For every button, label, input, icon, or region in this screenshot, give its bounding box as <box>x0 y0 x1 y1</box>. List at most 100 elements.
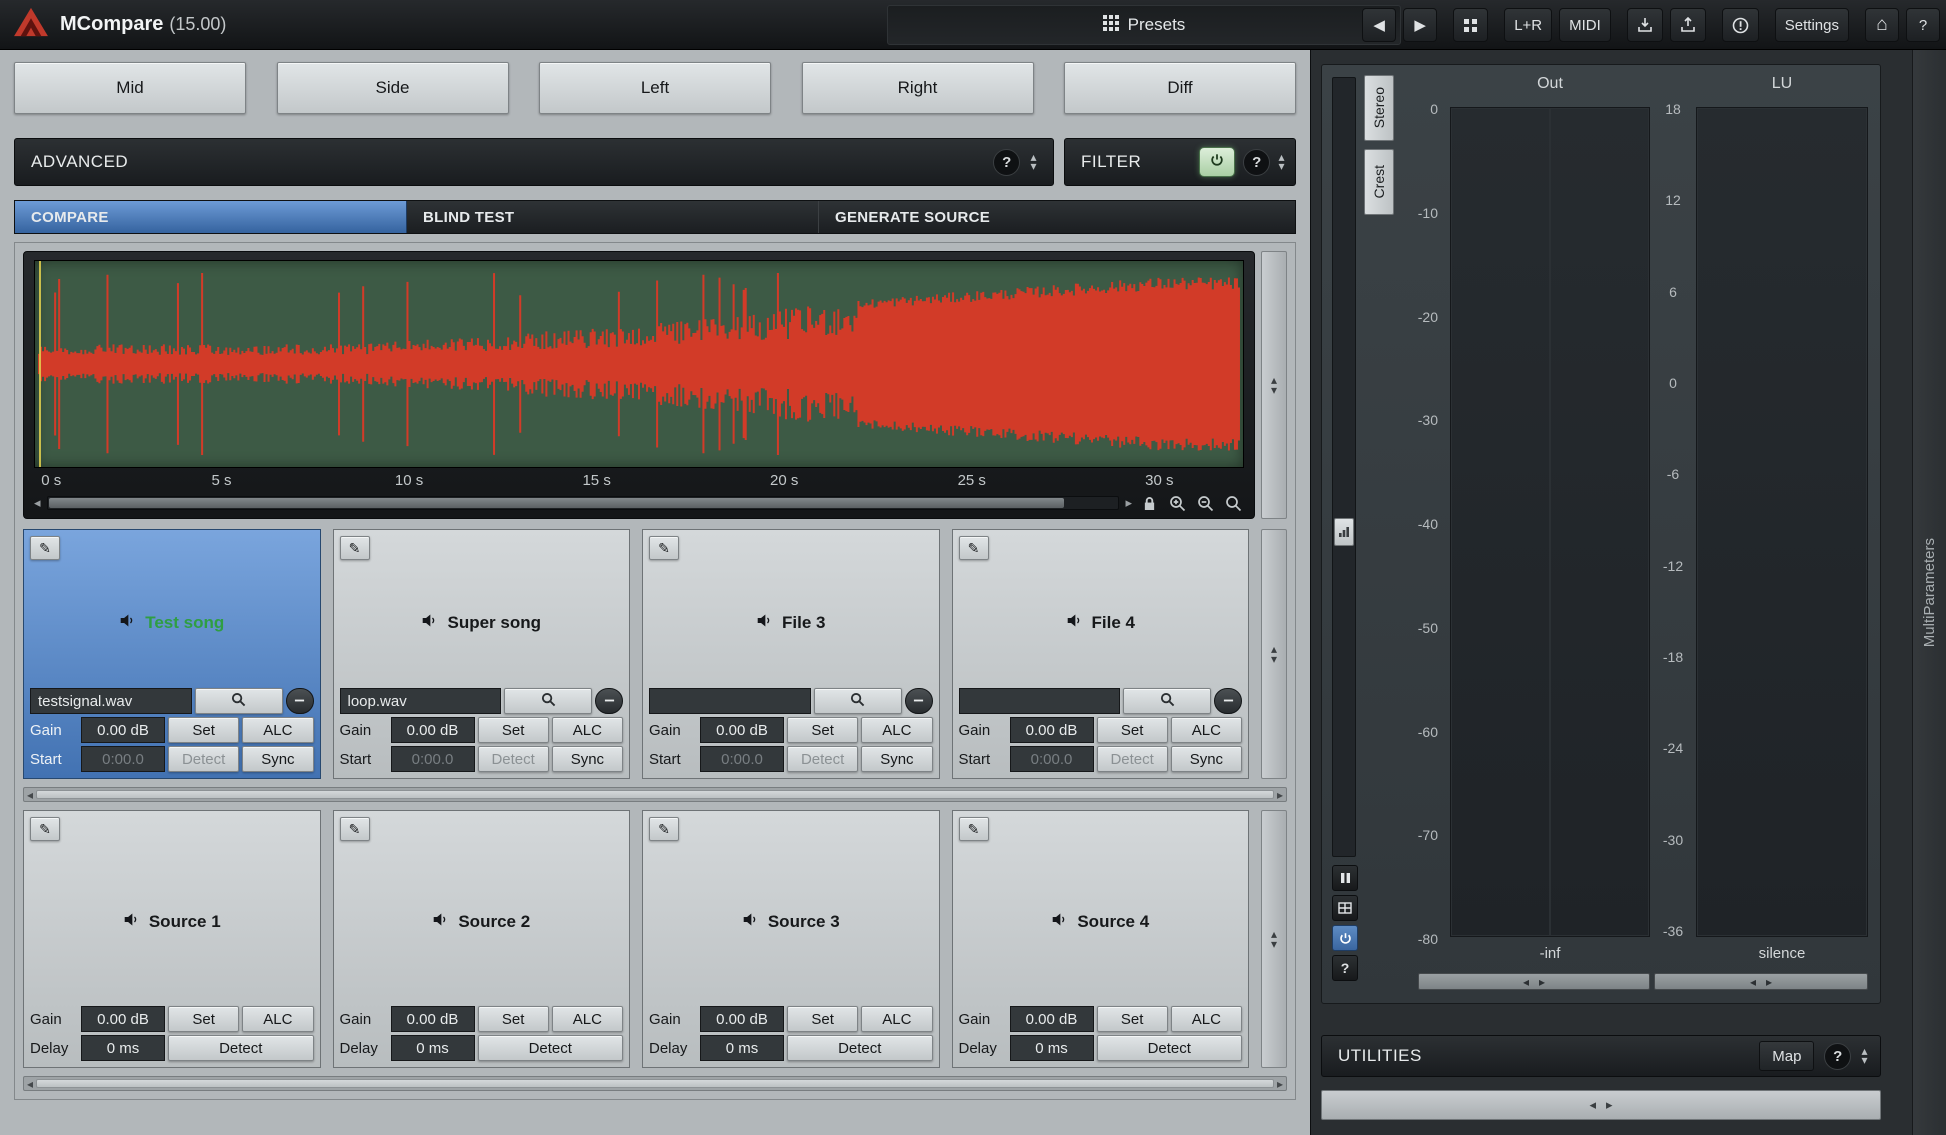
sync-button[interactable]: Sync <box>552 746 623 772</box>
scrollbar-thumb[interactable] <box>36 790 1274 799</box>
alc-button[interactable]: ALC <box>552 717 623 743</box>
remove-button[interactable] <box>1214 688 1242 714</box>
start-value[interactable]: 0:00.0 <box>700 746 784 772</box>
waveform-resize-strip[interactable]: ▴ ▾ <box>1261 251 1287 519</box>
edit-button[interactable]: ✎ <box>649 817 679 841</box>
tab-compare[interactable]: COMPARE <box>15 201 407 233</box>
detect-button[interactable]: Detect <box>1097 1035 1243 1061</box>
randomize-button[interactable] <box>1453 8 1488 42</box>
slot-title[interactable]: File 4 <box>959 560 1243 685</box>
detect-button[interactable]: Detect <box>787 1035 933 1061</box>
out-meter[interactable] <box>1450 107 1650 937</box>
source-slot-2[interactable]: ✎ Source 2 Gain 0.00 dB Set ALC Delay 0 … <box>333 810 631 1068</box>
gain-value[interactable]: 0.00 dB <box>391 717 475 743</box>
slot-title[interactable]: File 3 <box>649 560 933 685</box>
tab-crest[interactable]: Crest <box>1364 149 1394 215</box>
channel-left-button[interactable]: Left <box>539 62 771 114</box>
sync-button[interactable]: Sync <box>861 746 932 772</box>
zoom-in-icon[interactable] <box>1166 493 1188 513</box>
alc-button[interactable]: ALC <box>242 1006 313 1032</box>
save-preset-button[interactable] <box>1670 8 1706 42</box>
utilities-panel-header[interactable]: UTILITIES Map ? ▴ ▾ <box>1321 1035 1881 1077</box>
alc-button[interactable]: ALC <box>861 717 932 743</box>
scroll-left-icon[interactable]: ◂ <box>27 1077 33 1091</box>
source-slots-scrollbar[interactable]: ◂ ▸ <box>23 1076 1287 1091</box>
collapsed-bottom-panel[interactable]: ◂ ▸ <box>1321 1090 1881 1120</box>
detect-button[interactable]: Detect <box>478 1035 624 1061</box>
meter-help-button[interactable]: ? <box>1332 955 1358 981</box>
slot-title[interactable]: Source 2 <box>340 841 624 1003</box>
out-meter-range-bar[interactable]: ◂ ▸ <box>1418 973 1650 990</box>
set-button[interactable]: Set <box>1097 717 1168 743</box>
detect-button[interactable]: Detect <box>168 1035 314 1061</box>
alc-button[interactable]: ALC <box>1171 1006 1242 1032</box>
help-button[interactable]: ? <box>1906 8 1940 42</box>
layout-button[interactable] <box>1332 895 1358 921</box>
delay-value[interactable]: 0 ms <box>1010 1035 1094 1061</box>
channel-diff-button[interactable]: Diff <box>1064 62 1296 114</box>
load-preset-button[interactable] <box>1627 8 1663 42</box>
alc-button[interactable]: ALC <box>552 1006 623 1032</box>
gain-value[interactable]: 0.00 dB <box>700 1006 784 1032</box>
detect-button[interactable]: Detect <box>478 746 549 772</box>
detect-button[interactable]: Detect <box>1097 746 1168 772</box>
waveform-scrollbar[interactable]: ◂ ▸ <box>34 492 1244 514</box>
filename-field[interactable]: testsignal.wav <box>30 688 192 714</box>
set-button[interactable]: Set <box>787 717 858 743</box>
filter-power-button[interactable] <box>1199 147 1235 177</box>
settings-button[interactable]: Settings <box>1775 8 1849 42</box>
slot-title[interactable]: Super song <box>340 560 624 685</box>
edit-button[interactable]: ✎ <box>959 536 989 560</box>
edit-button[interactable]: ✎ <box>340 536 370 560</box>
browse-button[interactable] <box>1123 688 1211 714</box>
slot-title[interactable]: Source 3 <box>649 841 933 1003</box>
gain-value[interactable]: 0.00 dB <box>1010 1006 1094 1032</box>
alc-button[interactable]: ALC <box>242 717 313 743</box>
source-slot-1[interactable]: ✎ Source 1 Gain 0.00 dB Set ALC Delay 0 … <box>23 810 321 1068</box>
edit-button[interactable]: ✎ <box>649 536 679 560</box>
slot-title[interactable]: Source 4 <box>959 841 1243 1003</box>
playhead-marker[interactable] <box>39 261 41 467</box>
map-button[interactable]: Map <box>1759 1041 1814 1071</box>
home-button[interactable]: ⌂ <box>1865 8 1899 42</box>
file-slots-resize-strip[interactable]: ▴ ▾ <box>1261 529 1287 779</box>
scrollbar-thumb[interactable] <box>36 1079 1274 1088</box>
gain-value[interactable]: 0.00 dB <box>1010 717 1094 743</box>
browse-button[interactable] <box>195 688 283 714</box>
sync-button[interactable]: Sync <box>242 746 313 772</box>
remove-button[interactable] <box>286 688 314 714</box>
slot-title[interactable]: Test song <box>30 560 314 685</box>
edit-button[interactable]: ✎ <box>959 817 989 841</box>
browse-button[interactable] <box>814 688 902 714</box>
multiparameters-strip[interactable]: MultiParameters <box>1912 50 1946 1135</box>
melda-logo[interactable] <box>12 6 50 43</box>
delay-value[interactable]: 0 ms <box>81 1035 165 1061</box>
source-slot-3[interactable]: ✎ Source 3 Gain 0.00 dB Set ALC Delay 0 … <box>642 810 940 1068</box>
presets-button[interactable]: Presets <box>1089 9 1200 41</box>
file-slot-1[interactable]: ✎ Test song testsignal.wav Gain 0.00 dB … <box>23 529 321 779</box>
edit-button[interactable]: ✎ <box>30 536 60 560</box>
set-button[interactable]: Set <box>478 717 549 743</box>
lu-meter[interactable] <box>1696 107 1868 937</box>
filter-collapse-toggle[interactable]: ▴ ▾ <box>1278 153 1285 171</box>
channel-mode-button[interactable]: L+R <box>1504 8 1552 42</box>
channel-right-button[interactable]: Right <box>802 62 1034 114</box>
remove-button[interactable] <box>595 688 623 714</box>
set-button[interactable]: Set <box>1097 1006 1168 1032</box>
next-preset-button[interactable]: ▶ <box>1403 8 1437 42</box>
channel-mid-button[interactable]: Mid <box>14 62 246 114</box>
browse-button[interactable] <box>504 688 592 714</box>
zoom-out-icon[interactable] <box>1194 493 1216 513</box>
prev-preset-button[interactable]: ◀ <box>1362 8 1396 42</box>
slot-title[interactable]: Source 1 <box>30 841 314 1003</box>
gain-value[interactable]: 0.00 dB <box>81 1006 165 1032</box>
scrollbar-track[interactable] <box>47 496 1120 510</box>
advanced-help-icon[interactable]: ? <box>993 149 1020 176</box>
tab-blind-test[interactable]: BLIND TEST <box>407 201 819 233</box>
advanced-collapse-toggle[interactable]: ▴ ▾ <box>1030 153 1037 171</box>
scroll-right-icon[interactable]: ▸ <box>1277 1077 1283 1091</box>
meter-power-button[interactable] <box>1332 925 1358 951</box>
meter-range-slider[interactable] <box>1332 77 1356 857</box>
source-slot-4[interactable]: ✎ Source 4 Gain 0.00 dB Set ALC Delay 0 … <box>952 810 1250 1068</box>
update-button[interactable] <box>1722 8 1759 42</box>
